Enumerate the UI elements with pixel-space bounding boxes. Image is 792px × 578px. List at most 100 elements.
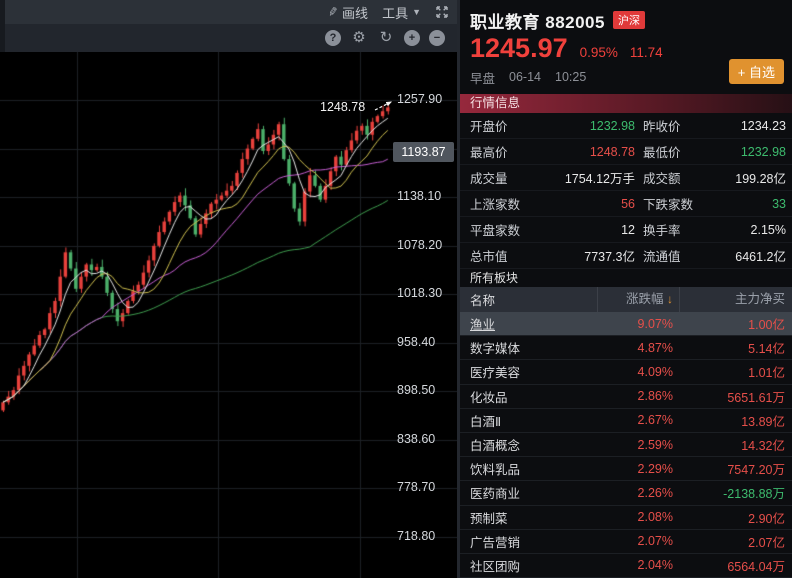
info-label: 成交量 bbox=[470, 172, 508, 186]
info-label: 总市值 bbox=[470, 250, 508, 264]
board-row[interactable]: 白酒概念 2.59% 14.32亿 bbox=[460, 433, 792, 458]
info-value: 12 bbox=[621, 222, 635, 237]
board-row[interactable]: 社区团购 2.04% 6564.04万 bbox=[460, 554, 792, 578]
board-row[interactable]: 白酒Ⅱ 2.67% 13.89亿 bbox=[460, 409, 792, 433]
info-label: 开盘价 bbox=[470, 120, 508, 134]
board-change: 4.09% bbox=[637, 364, 673, 379]
board-change: 2.04% bbox=[637, 558, 673, 573]
board-row[interactable]: 预制菜 2.08% 2.90亿 bbox=[460, 506, 792, 530]
board-name: 渔业 bbox=[470, 318, 496, 333]
board-net-buy: 6564.04万 bbox=[727, 559, 785, 574]
board-row[interactable]: 医疗美容 4.09% 1.01亿 bbox=[460, 360, 792, 385]
column-net-buy: 主力净买 bbox=[679, 287, 792, 312]
help-icon[interactable]: ? bbox=[325, 30, 341, 46]
draw-line-label: 画线 bbox=[342, 5, 369, 21]
gear-icon[interactable]: ⚙ bbox=[350, 29, 368, 47]
axis-tick-label: 838.60 bbox=[397, 431, 436, 446]
info-value: 2.15% bbox=[750, 222, 786, 237]
board-change: 2.26% bbox=[637, 485, 673, 500]
board-net-buy: 1.01亿 bbox=[748, 366, 785, 381]
board-row[interactable]: 饮料乳品 2.29% 7547.20万 bbox=[460, 457, 792, 482]
axis-tick-label: 1018.30 bbox=[397, 286, 443, 301]
tools-menu-button[interactable]: 工具 ▼ bbox=[382, 3, 421, 22]
pencil-icon: ✎ bbox=[326, 4, 340, 20]
all-boards-link[interactable]: 所有板块 bbox=[460, 269, 792, 287]
info-label: 最低价 bbox=[643, 146, 681, 160]
refresh-icon[interactable]: ↻ bbox=[377, 29, 395, 47]
info-row: 平盘家数 12 换手率 2.15% bbox=[460, 217, 792, 243]
high-price-annotation: 1248.78 bbox=[320, 100, 366, 115]
board-net-buy: 5651.61万 bbox=[727, 390, 785, 405]
info-row: 上涨家数 56 下跌家数 33 bbox=[460, 191, 792, 217]
trading-app: ✎ 画线 工具 ▼ ? ⚙ ↻ + − 1257.90 1138.10 1078… bbox=[0, 0, 792, 578]
info-label: 最高价 bbox=[470, 146, 508, 160]
axis-tick-label: 778.70 bbox=[397, 480, 436, 495]
sidebar-edge bbox=[0, 0, 5, 52]
chevron-down-icon: ▼ bbox=[412, 7, 421, 17]
board-change: 2.86% bbox=[637, 389, 673, 404]
column-name: 名称 bbox=[470, 294, 496, 308]
board-change: 2.07% bbox=[637, 534, 673, 549]
board-table: 渔业 9.07% 1.00亿 数字媒体 4.87% 5.14亿 医疗美容 4.09% 1.01亿… bbox=[460, 312, 792, 578]
price-axis[interactable]: 1257.90 1138.10 1078.20 1018.30 958.40 898.50… bbox=[392, 52, 457, 578]
info-label: 平盘家数 bbox=[470, 224, 521, 238]
board-net-buy: 2.07亿 bbox=[748, 535, 785, 550]
info-value: 56 bbox=[621, 196, 635, 211]
market-badge: 沪深 bbox=[612, 11, 645, 29]
zoom-in-icon[interactable]: + bbox=[404, 30, 420, 46]
session-label: 早盘 bbox=[470, 71, 496, 86]
info-row: 最高价 1248.78 最低价 1232.98 bbox=[460, 139, 792, 165]
info-label: 换手率 bbox=[643, 224, 681, 238]
chart-pane: ✎ 画线 工具 ▼ ? ⚙ ↻ + − 1257.90 1138.10 1078… bbox=[0, 0, 457, 578]
board-change: 2.08% bbox=[637, 510, 673, 525]
column-change-sort[interactable]: 涨跌幅 ↓ bbox=[597, 287, 679, 312]
board-change: 2.29% bbox=[637, 461, 673, 476]
board-net-buy: 14.32亿 bbox=[741, 439, 785, 454]
axis-tick-label: 1257.90 bbox=[397, 92, 443, 106]
quote-panel: 职业教育 882005 沪深 1245.97 0.95% 11.74 早盘 06… bbox=[460, 0, 792, 578]
board-name: 预制菜 bbox=[470, 511, 508, 526]
board-name: 白酒概念 bbox=[470, 439, 521, 454]
fullscreen-button[interactable] bbox=[435, 5, 449, 19]
info-label: 上涨家数 bbox=[470, 198, 521, 212]
sort-down-icon: ↓ bbox=[667, 292, 673, 306]
add-watchlist-button[interactable]: + 自选 bbox=[728, 59, 784, 84]
board-name: 饮料乳品 bbox=[470, 463, 521, 478]
board-row[interactable]: 化妆品 2.86% 5651.61万 bbox=[460, 385, 792, 409]
instrument-title: 职业教育 882005 bbox=[470, 12, 605, 32]
board-row[interactable]: 渔业 9.07% 1.00亿 bbox=[460, 312, 792, 337]
info-value: 7737.3亿 bbox=[584, 250, 635, 264]
board-name: 广告营销 bbox=[470, 535, 521, 550]
chart-toolbar-icons: ? ⚙ ↻ + − bbox=[0, 24, 457, 52]
axis-tick-label: 958.40 bbox=[397, 334, 436, 349]
info-value: 1248.78 bbox=[589, 144, 635, 159]
axis-tick-label: 1138.10 bbox=[397, 189, 442, 204]
zoom-out-icon[interactable]: − bbox=[429, 30, 445, 46]
annotation-arrow-icon bbox=[374, 101, 393, 111]
expand-arrows-icon bbox=[436, 6, 448, 18]
change-amount: 11.74 bbox=[629, 45, 663, 60]
board-net-buy: -2138.88万 bbox=[723, 487, 785, 502]
board-table-header: 名称 涨跌幅 ↓ 主力净买 bbox=[460, 287, 792, 312]
draw-line-button[interactable]: ✎ 画线 bbox=[326, 3, 369, 22]
change-percent: 0.95% bbox=[579, 45, 618, 60]
info-label: 昨收价 bbox=[643, 120, 681, 134]
board-row[interactable]: 广告营销 2.07% 2.07亿 bbox=[460, 530, 792, 554]
info-label: 成交额 bbox=[643, 172, 681, 186]
board-name: 医疗美容 bbox=[470, 366, 521, 381]
board-change: 9.07% bbox=[637, 316, 673, 331]
info-value: 1754.12万手 bbox=[564, 172, 635, 186]
board-row[interactable]: 医药商业 2.26% -2138.88万 bbox=[460, 481, 792, 506]
quote-info-grid: 开盘价 1232.98 昨收价 1234.23 最高价 1248.78 最低价 1232.98… bbox=[460, 113, 792, 269]
board-name: 社区团购 bbox=[470, 559, 521, 574]
candlestick-chart[interactable] bbox=[0, 52, 457, 578]
board-change: 4.87% bbox=[637, 340, 673, 355]
axis-tick-label: 718.80 bbox=[397, 529, 436, 543]
board-row[interactable]: 数字媒体 4.87% 5.14亿 bbox=[460, 336, 792, 361]
quote-info-section-bar: 行情信息 bbox=[460, 94, 792, 113]
board-net-buy: 13.89亿 bbox=[741, 414, 785, 429]
info-label: 下跌家数 bbox=[643, 198, 694, 212]
info-value: 33 bbox=[772, 196, 786, 211]
chart-toolbar-top: ✎ 画线 工具 ▼ bbox=[0, 0, 457, 24]
axis-tick-label: 1078.20 bbox=[397, 237, 443, 252]
